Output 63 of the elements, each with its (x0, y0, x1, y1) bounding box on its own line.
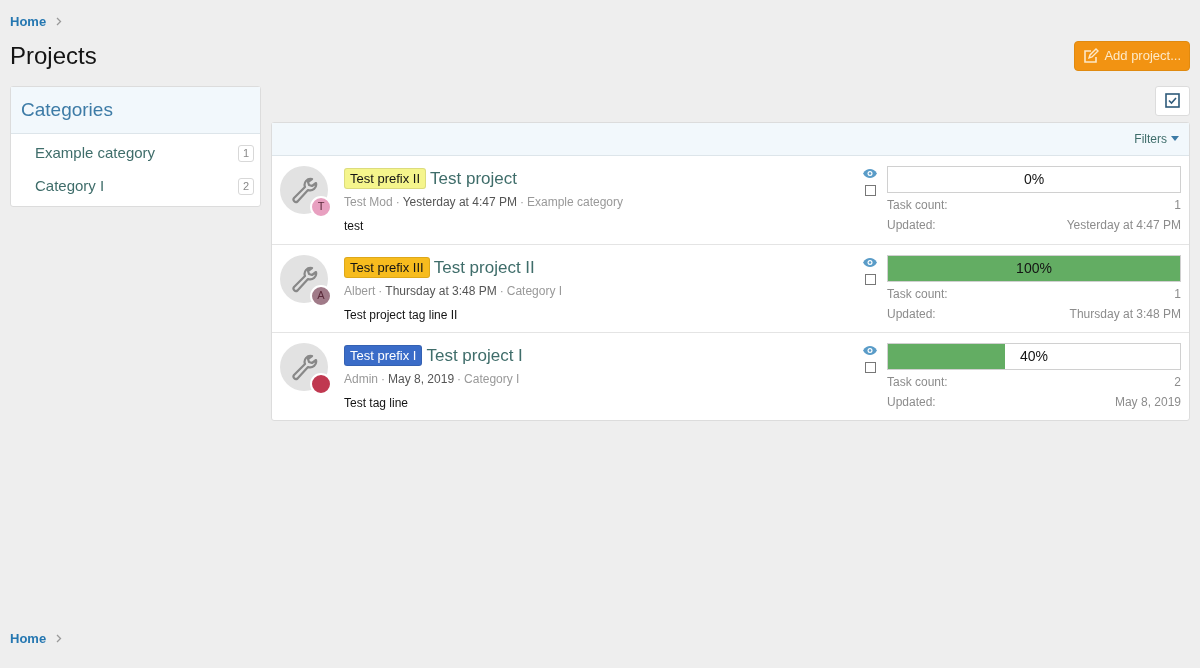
eye-icon[interactable] (862, 167, 878, 179)
project-title-link[interactable]: Test project (430, 165, 517, 191)
stat-label: Updated: (887, 305, 936, 322)
eye-icon[interactable] (862, 256, 878, 268)
chevron-right-icon (56, 17, 63, 27)
progress-percent: 100% (1016, 258, 1052, 278)
stat-value: Thursday at 3:48 PM (1069, 305, 1181, 322)
stat-label: Updated: (887, 393, 936, 410)
date-text: May 8, 2019 (388, 371, 455, 388)
caret-down-icon (1171, 136, 1179, 141)
stat-value: 1 (1174, 196, 1181, 213)
stat-value: 1 (1174, 285, 1181, 302)
stat-label: Task count: (887, 285, 948, 302)
wrench-icon (290, 264, 318, 293)
wrench-icon (290, 352, 318, 381)
prefix-label[interactable]: Test prefix II (344, 167, 427, 189)
prefix-label[interactable]: Test prefix I (344, 344, 423, 366)
project-title-link[interactable]: Test project I (426, 342, 523, 368)
progress-percent: 40% (1020, 346, 1048, 366)
project-title-link[interactable]: Test project II (433, 254, 535, 280)
eye-icon[interactable] (862, 344, 878, 356)
stat-value: May 8, 2019 (1114, 393, 1181, 410)
category-link[interactable]: Category I (464, 370, 520, 388)
separator: · (381, 371, 385, 388)
tag-line: test (344, 218, 365, 235)
category-link[interactable]: Example category (527, 193, 624, 211)
select-checkbox[interactable] (864, 184, 876, 196)
author-link[interactable]: Admin (344, 370, 378, 388)
author-link[interactable]: Albert (344, 282, 376, 300)
wrench-icon (290, 175, 318, 204)
stat-value: Yesterday at 4:47 PM (1066, 216, 1181, 233)
stat-label: Task count: (887, 196, 948, 213)
filters-link[interactable]: Filters (1134, 129, 1179, 148)
select-checkbox[interactable] (864, 361, 876, 373)
separator: · (457, 371, 462, 388)
tag-line: Test project tag line II (344, 307, 459, 324)
edit-icon (1083, 47, 1100, 64)
stat-label: Updated: (887, 216, 936, 233)
author-link[interactable]: Test Mod (344, 193, 393, 211)
breadcrumb-link[interactable]: Home (10, 12, 47, 32)
category-link[interactable]: Example category (35, 142, 156, 165)
stat-label: Task count: (887, 373, 948, 390)
separator: · (378, 283, 383, 300)
tag-line: Test tag line (344, 395, 410, 412)
stat-value: 2 (1174, 373, 1181, 390)
chevron-right-icon (56, 633, 63, 643)
category-link[interactable]: Category I (35, 175, 105, 198)
separator: · (395, 194, 400, 211)
checkbox-icon (1165, 93, 1180, 108)
panel-title: Categories (21, 97, 114, 122)
date-text: Yesterday at 4:47 PM (402, 194, 517, 211)
breadcrumb-link[interactable]: Home (10, 628, 47, 648)
page-title: Projects (10, 40, 97, 71)
prefix-label[interactable]: Test prefix III (344, 256, 430, 278)
count-badge: 1 (237, 145, 254, 162)
separator: · (499, 283, 504, 300)
separator: · (520, 194, 524, 211)
count-badge: 2 (237, 178, 254, 195)
select-checkbox[interactable] (864, 273, 876, 285)
category-link[interactable]: Category I (506, 282, 563, 300)
date-text: Thursday at 3:48 PM (385, 283, 497, 300)
progress-percent: 0% (1023, 169, 1045, 189)
select-toggle-button[interactable] (1155, 85, 1190, 116)
